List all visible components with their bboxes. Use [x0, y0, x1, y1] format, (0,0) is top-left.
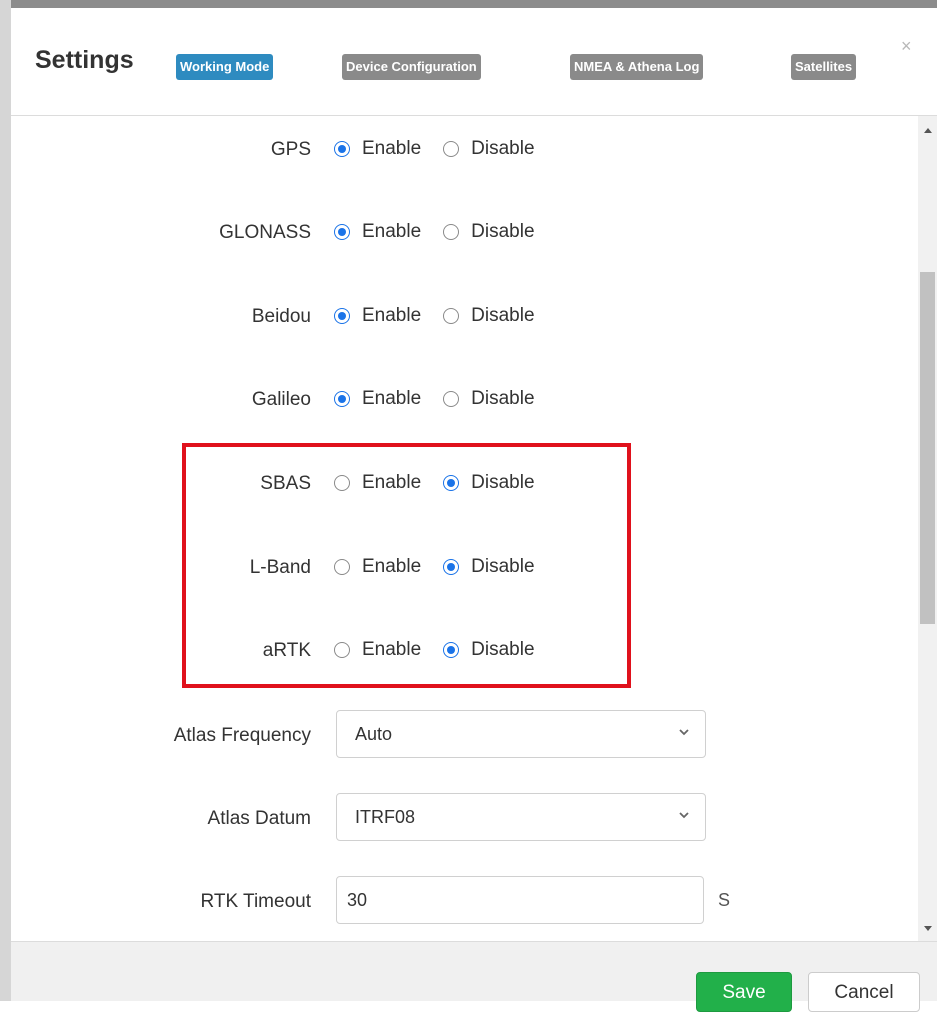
radio-checked-icon — [334, 224, 350, 240]
enable-label: Enable — [362, 388, 422, 409]
beidou-disable-radio[interactable]: Disable — [443, 305, 535, 327]
atlas-frequency-value: Auto — [355, 724, 393, 744]
enable-label: Enable — [362, 221, 422, 242]
close-icon[interactable]: × — [901, 36, 912, 57]
atlas-frequency-label: Atlas Frequency — [173, 725, 311, 746]
disable-label: Disable — [471, 138, 535, 159]
atlas-datum-label: Atlas Datum — [207, 808, 311, 829]
glonass-label: GLONASS — [219, 222, 311, 243]
atlas-frequency-select[interactable]: Auto — [336, 710, 706, 758]
rtk-timeout-value: 30 — [347, 890, 368, 910]
beidou-radio-group: Enable Disable — [334, 304, 557, 328]
glonass-row: GLONASS Enable Disable — [11, 212, 911, 252]
window-top-border — [0, 0, 937, 8]
gps-row: GPS Enable Disable — [11, 129, 911, 169]
beidou-enable-radio[interactable]: Enable — [334, 305, 421, 327]
dialog-header: Settings Working Mode Device Configurati… — [11, 8, 937, 116]
rtk-timeout-input[interactable]: 30 — [336, 876, 704, 924]
window-left-border — [0, 0, 11, 1001]
disable-label: Disable — [471, 305, 535, 326]
dialog-footer: Save Cancel — [11, 941, 937, 1012]
highlight-box — [182, 443, 631, 688]
galileo-disable-radio[interactable]: Disable — [443, 388, 535, 410]
chevron-down-icon — [679, 812, 689, 819]
scroll-down-arrow-icon[interactable] — [924, 926, 932, 931]
radio-unchecked-icon — [443, 141, 460, 157]
radio-checked-icon — [334, 308, 350, 324]
tab-nmea-athena-log[interactable]: NMEA & Athena Log — [570, 54, 704, 80]
tab-satellites[interactable]: Satellites — [791, 54, 857, 80]
dialog-title: Settings — [35, 46, 134, 74]
atlas-datum-value: ITRF08 — [355, 807, 416, 827]
radio-unchecked-icon — [443, 224, 460, 240]
galileo-radio-group: Enable Disable — [334, 387, 557, 411]
galileo-enable-radio[interactable]: Enable — [334, 388, 421, 410]
atlas-datum-select[interactable]: ITRF08 — [336, 793, 706, 841]
beidou-label: Beidou — [251, 306, 311, 327]
enable-label: Enable — [362, 138, 422, 159]
tab-working-mode[interactable]: Working Mode — [176, 54, 274, 80]
tab-device-configuration[interactable]: Device Configuration — [342, 54, 481, 80]
radio-checked-icon — [334, 391, 350, 407]
chevron-down-icon — [679, 729, 689, 736]
scroll-up-arrow-icon[interactable] — [924, 128, 932, 133]
glonass-disable-radio[interactable]: Disable — [443, 221, 535, 243]
galileo-row: Galileo Enable Disable — [11, 379, 911, 419]
save-button[interactable]: Save — [696, 972, 792, 1012]
gps-disable-radio[interactable]: Disable — [443, 138, 535, 160]
scrollbar-thumb[interactable] — [920, 272, 935, 624]
gps-label: GPS — [270, 139, 311, 160]
galileo-label: Galileo — [251, 389, 311, 410]
radio-unchecked-icon — [443, 391, 460, 407]
cancel-button[interactable]: Cancel — [808, 972, 920, 1012]
disable-label: Disable — [471, 221, 535, 242]
gps-radio-group: Enable Disable — [334, 137, 557, 161]
settings-dialog: Settings Working Mode Device Configurati… — [0, 0, 937, 1012]
glonass-enable-radio[interactable]: Enable — [334, 221, 421, 243]
radio-unchecked-icon — [443, 308, 460, 324]
gps-enable-radio[interactable]: Enable — [334, 138, 421, 160]
beidou-row: Beidou Enable Disable — [11, 296, 911, 336]
radio-checked-icon — [334, 141, 350, 157]
rtk-timeout-unit: S — [718, 890, 731, 910]
rtk-timeout-label: RTK Timeout — [200, 891, 311, 912]
enable-label: Enable — [362, 305, 422, 326]
glonass-radio-group: Enable Disable — [334, 220, 557, 244]
disable-label: Disable — [471, 388, 535, 409]
